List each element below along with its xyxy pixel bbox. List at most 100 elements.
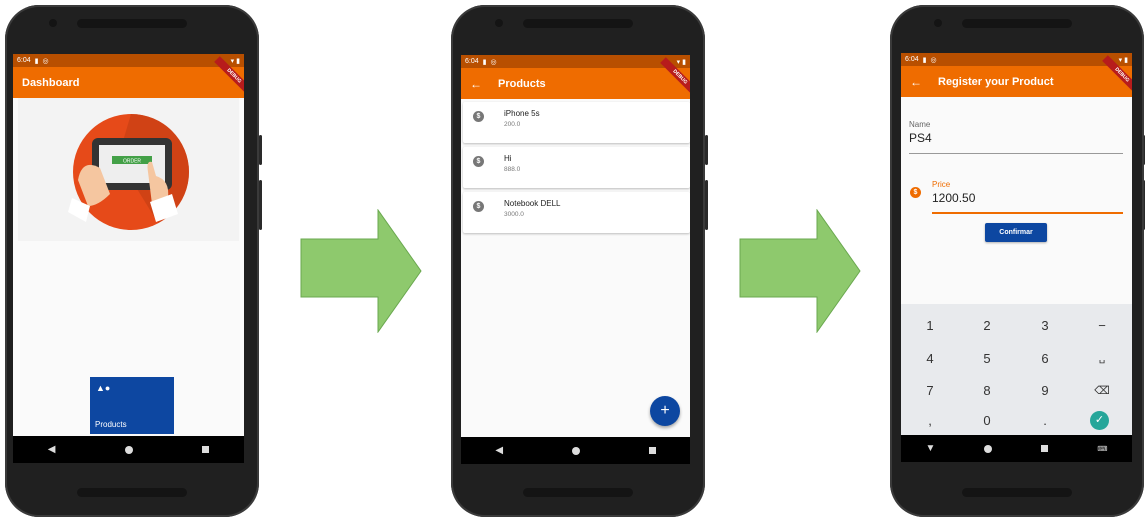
battery-icon: ▮ bbox=[236, 57, 240, 65]
sim-icon: ▮ bbox=[482, 58, 487, 66]
status-time: 6:04 bbox=[465, 58, 479, 65]
product-price: 200.0 bbox=[504, 121, 521, 128]
key-5[interactable]: 5 bbox=[967, 347, 1007, 371]
battery-icon: ▮ bbox=[1124, 56, 1128, 64]
key-7[interactable]: 7 bbox=[910, 379, 950, 403]
page-title: Products bbox=[498, 77, 546, 90]
notification-icon: ◎ bbox=[42, 57, 49, 65]
power-button[interactable] bbox=[705, 135, 708, 165]
list-item[interactable]: $ iPhone 5s 200.0 bbox=[463, 102, 690, 143]
bottom-speaker bbox=[962, 488, 1072, 497]
wifi-icon: ▾ bbox=[676, 58, 681, 66]
status-time: 6:04 bbox=[905, 56, 919, 63]
backspace-icon[interactable]: ⌫ bbox=[1082, 379, 1122, 403]
volume-button[interactable] bbox=[259, 180, 262, 230]
status-bar: 6:04 ▮ ◎ ▾ ▮ bbox=[13, 54, 244, 67]
nav-bar: ▼ ⌨ bbox=[901, 435, 1132, 462]
arrow-right-icon bbox=[739, 209, 861, 333]
shapes-icon: ▲● bbox=[96, 383, 111, 393]
status-bar: 6:04 ▮ ◎ ▾ ▮ bbox=[461, 55, 690, 68]
product-name: iPhone 5s bbox=[504, 109, 540, 118]
key-space[interactable]: ␣ bbox=[1082, 347, 1122, 371]
nav-bar: ◀ bbox=[461, 437, 690, 464]
tablet-order-illustration: ORDER bbox=[68, 114, 189, 230]
bottom-speaker bbox=[77, 488, 187, 497]
name-label: Name bbox=[909, 120, 931, 129]
arrow-left-icon[interactable]: ← bbox=[910, 75, 922, 89]
notification-icon: ◎ bbox=[490, 58, 497, 66]
back-nav-icon[interactable]: ◀ bbox=[495, 445, 503, 456]
name-field[interactable]: PS4 bbox=[909, 131, 932, 145]
dollar-icon: $ bbox=[910, 187, 921, 198]
page-title: Register your Product bbox=[938, 75, 1054, 88]
numeric-keyboard: 1 2 3 − 4 5 6 ␣ 7 8 9 ⌫ , 0 . ✓ bbox=[901, 304, 1132, 435]
dollar-icon: $ bbox=[473, 201, 484, 212]
app-bar: ← Products DEBUG bbox=[461, 57, 690, 99]
phone-products: 6:04 ▮ ◎ ▾ ▮ ← Products DEBUG $ iPhone 5… bbox=[451, 5, 708, 517]
earpiece-speaker bbox=[523, 19, 633, 28]
key-3[interactable]: 3 bbox=[1025, 314, 1065, 338]
sim-icon: ▮ bbox=[922, 56, 927, 64]
arrow-right-icon bbox=[300, 209, 422, 333]
hide-keyboard-icon[interactable]: ▼ bbox=[925, 443, 935, 454]
front-camera bbox=[495, 19, 503, 27]
home-nav-icon[interactable] bbox=[571, 446, 580, 455]
recents-nav-icon[interactable] bbox=[648, 447, 656, 454]
page-title: Dashboard bbox=[22, 76, 80, 89]
power-button[interactable] bbox=[259, 135, 262, 165]
keyboard-icon[interactable]: ⌨ bbox=[1097, 445, 1107, 453]
wifi-icon: ▾ bbox=[230, 57, 235, 65]
bottom-speaker bbox=[523, 488, 633, 497]
front-camera bbox=[49, 19, 57, 27]
recents-nav-icon[interactable] bbox=[1041, 445, 1049, 452]
screen-products: 6:04 ▮ ◎ ▾ ▮ ← Products DEBUG $ iPhone 5… bbox=[461, 55, 690, 464]
key-9[interactable]: 9 bbox=[1025, 379, 1065, 403]
checkmark-icon[interactable]: ✓ bbox=[1090, 411, 1109, 430]
hero-image: ORDER bbox=[18, 98, 239, 241]
product-price: 3000.0 bbox=[504, 211, 524, 218]
confirm-button[interactable]: Confirmar bbox=[985, 223, 1047, 242]
earpiece-speaker bbox=[77, 19, 187, 28]
front-camera bbox=[934, 19, 942, 27]
home-nav-icon[interactable] bbox=[984, 444, 993, 453]
dollar-icon: $ bbox=[473, 111, 484, 122]
key-dot[interactable]: . bbox=[1025, 409, 1065, 433]
product-price: 888.0 bbox=[504, 166, 521, 173]
arrow-left-icon[interactable]: ← bbox=[470, 77, 482, 91]
name-underline bbox=[909, 153, 1123, 154]
key-8[interactable]: 8 bbox=[967, 379, 1007, 403]
dollar-icon: $ bbox=[473, 156, 484, 167]
key-0[interactable]: 0 bbox=[967, 409, 1007, 433]
list-item[interactable]: $ Hi 888.0 bbox=[463, 147, 690, 188]
price-underline bbox=[932, 212, 1123, 214]
list-item[interactable]: $ Notebook DELL 3000.0 bbox=[463, 192, 690, 233]
key-1[interactable]: 1 bbox=[910, 314, 950, 338]
sim-icon: ▮ bbox=[34, 57, 39, 65]
key-6[interactable]: 6 bbox=[1025, 347, 1065, 371]
phone-dashboard: 6:04 ▮ ◎ ▾ ▮ Dashboard DEBUG ORDER ▲● Pr… bbox=[5, 5, 262, 517]
home-nav-icon[interactable] bbox=[124, 445, 133, 454]
price-field[interactable]: 1200.50 bbox=[932, 191, 975, 205]
product-name: Hi bbox=[504, 154, 512, 163]
app-bar: ← Register your Product DEBUG bbox=[901, 55, 1132, 97]
product-list: $ iPhone 5s 200.0 $ Hi 888.0 $ Notebook … bbox=[463, 102, 690, 237]
add-product-button[interactable]: + bbox=[650, 396, 680, 426]
wifi-icon: ▾ bbox=[1118, 56, 1123, 64]
volume-button[interactable] bbox=[705, 180, 708, 230]
back-nav-icon[interactable]: ◀ bbox=[48, 444, 56, 455]
status-time: 6:04 bbox=[17, 57, 31, 64]
product-name: Notebook DELL bbox=[504, 199, 561, 208]
tile-label: Products bbox=[95, 420, 127, 429]
screen-dashboard: 6:04 ▮ ◎ ▾ ▮ Dashboard DEBUG ORDER ▲● Pr… bbox=[13, 54, 244, 463]
key-4[interactable]: 4 bbox=[910, 347, 950, 371]
status-bar: 6:04 ▮ ◎ ▾ ▮ bbox=[901, 53, 1132, 66]
screen-register: 6:04 ▮ ◎ ▾ ▮ ← Register your Product DEB… bbox=[901, 53, 1132, 462]
key-minus[interactable]: − bbox=[1082, 314, 1122, 338]
products-tile[interactable]: ▲● Products bbox=[90, 377, 174, 434]
recents-nav-icon[interactable] bbox=[202, 446, 210, 453]
earpiece-speaker bbox=[962, 19, 1072, 28]
nav-bar: ◀ bbox=[13, 436, 244, 463]
key-2[interactable]: 2 bbox=[967, 314, 1007, 338]
key-comma[interactable]: , bbox=[910, 409, 950, 433]
order-button-text: ORDER bbox=[123, 159, 141, 165]
